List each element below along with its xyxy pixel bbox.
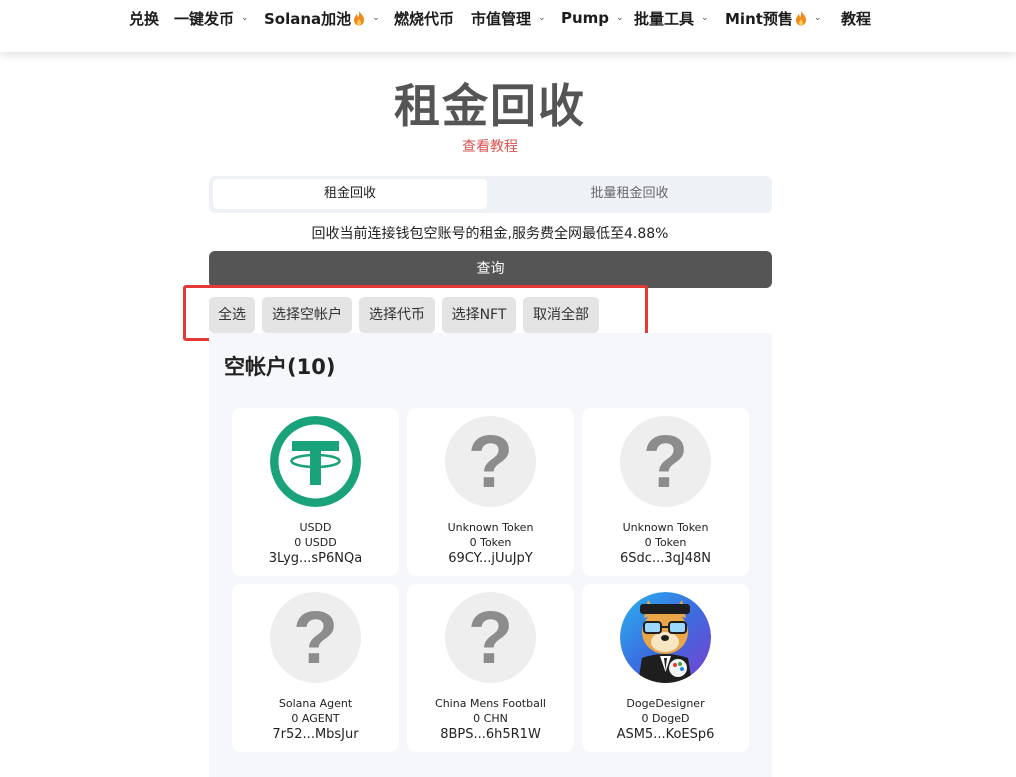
token-address: 6Sdc...3qJ48N xyxy=(620,551,711,566)
fire-icon xyxy=(354,11,365,26)
token-amount: 0 Token xyxy=(469,536,512,549)
token-amount: 0 DogeD xyxy=(641,712,690,725)
nav-item-batch-tools[interactable]: 批量工具 ⌄ xyxy=(634,8,709,28)
select-all-button[interactable]: 全选 xyxy=(209,297,255,333)
token-amount: 0 AGENT xyxy=(291,712,340,725)
nav-item-pump[interactable]: Pump ⌄ xyxy=(561,8,624,28)
token-name: China Mens Football xyxy=(435,697,546,710)
token-address: ASM5...KoESp6 xyxy=(616,727,715,742)
chevron-down-icon: ⌄ xyxy=(538,13,546,23)
nav-item-mint-presale[interactable]: Mint预售 ⌄ xyxy=(725,8,821,28)
token-address: 7r52...MbsJur xyxy=(272,727,359,742)
token-name: Unknown Token xyxy=(447,521,534,534)
doge-designer-avatar-icon xyxy=(620,592,711,683)
token-address: 3Lyg...sP6NQa xyxy=(268,551,363,566)
token-address: 8BPS...6h5R1W xyxy=(440,727,541,742)
account-card[interactable]: ? Solana Agent 0 AGENT 7r52...MbsJur xyxy=(232,584,399,752)
question-mark-icon: ? xyxy=(620,416,711,507)
fire-icon xyxy=(795,11,806,26)
chevron-down-icon: ⌄ xyxy=(813,13,822,23)
token-amount: 0 CHN xyxy=(473,712,508,725)
panel-title: 空帐户(10) xyxy=(224,355,336,379)
nav-label: 一键发币 xyxy=(174,9,235,28)
nav-item-one-click-token[interactable]: 一键发币 ⌄ xyxy=(174,8,249,28)
nav-item-market-cap[interactable]: 市值管理 ⌄ xyxy=(471,8,546,28)
deselect-all-button[interactable]: 取消全部 xyxy=(523,297,599,333)
nav-item-exchange[interactable]: 兑换 xyxy=(129,8,159,28)
token-address: 69CY...jUuJpY xyxy=(448,551,533,566)
query-button[interactable]: 查询 xyxy=(209,251,772,288)
top-navigation: 兑换 一键发币 ⌄ Solana加池 ⌄ 燃烧代币 市值管理 ⌄ Pump ⌄ 批量工具… xyxy=(0,0,1016,52)
account-card[interactable]: ? China Mens Football 0 CHN 8BPS...6h5R1… xyxy=(407,584,574,752)
select-tokens-button[interactable]: 选择代币 xyxy=(359,297,435,333)
nav-label: 市值管理 xyxy=(471,9,532,28)
view-tutorial-link[interactable]: 查看教程 xyxy=(0,136,980,156)
chevron-down-icon: ⌄ xyxy=(372,13,380,23)
select-empty-accounts-button[interactable]: 选择空帐户 xyxy=(262,297,352,333)
nav-label: Pump xyxy=(561,9,610,27)
account-card[interactable]: DogeDesigner 0 DogeD ASM5...KoESp6 xyxy=(582,584,749,752)
nav-label: Solana加池 xyxy=(264,9,352,28)
nav-item-tutorial[interactable]: 教程 xyxy=(841,8,871,28)
nav-label: 燃烧代币 xyxy=(394,9,455,28)
mode-tabs: 租金回收 批量租金回收 xyxy=(209,176,772,213)
service-description: 回收当前连接钱包空账号的租金,服务费全网最低至4.88% xyxy=(311,226,669,242)
tab-rent-recovery[interactable]: 租金回收 xyxy=(213,179,487,209)
nav-label: Mint预售 xyxy=(725,9,793,28)
account-card[interactable]: ? Unknown Token 0 Token 69CY...jUuJpY xyxy=(407,408,574,576)
question-mark-icon: ? xyxy=(445,416,536,507)
nav-label: 批量工具 xyxy=(634,9,695,28)
page-title: 租金回收 xyxy=(394,79,586,133)
token-name: USDD xyxy=(299,521,332,534)
token-amount: 0 Token xyxy=(644,536,687,549)
token-name: DogeDesigner xyxy=(626,697,705,710)
nav-label: 教程 xyxy=(841,9,872,28)
select-nft-button[interactable]: 选择NFT xyxy=(442,297,516,333)
token-amount: 0 USDD xyxy=(294,536,337,549)
nav-item-burn-token[interactable]: 燃烧代币 xyxy=(394,8,454,28)
token-name: Unknown Token xyxy=(622,521,709,534)
usdd-logo-icon xyxy=(270,416,361,507)
account-card[interactable]: ? Unknown Token 0 Token 6Sdc...3qJ48N xyxy=(582,408,749,576)
nav-label: 兑换 xyxy=(129,9,160,28)
tab-batch-rent-recovery[interactable]: 批量租金回收 xyxy=(491,179,768,209)
nav-item-solana-add-pool[interactable]: Solana加池 ⌄ xyxy=(264,8,380,28)
chevron-down-icon: ⌄ xyxy=(701,13,709,23)
chevron-down-icon: ⌄ xyxy=(616,13,624,23)
empty-accounts-panel: 空帐户(10) USDD 0 USDD 3Lyg...sP6NQa ? Unkn… xyxy=(209,333,772,777)
account-card[interactable]: USDD 0 USDD 3Lyg...sP6NQa xyxy=(232,408,399,576)
question-mark-icon: ? xyxy=(270,592,361,683)
token-name: Solana Agent xyxy=(278,697,353,710)
chevron-down-icon: ⌄ xyxy=(241,13,249,23)
question-mark-icon: ? xyxy=(445,592,536,683)
